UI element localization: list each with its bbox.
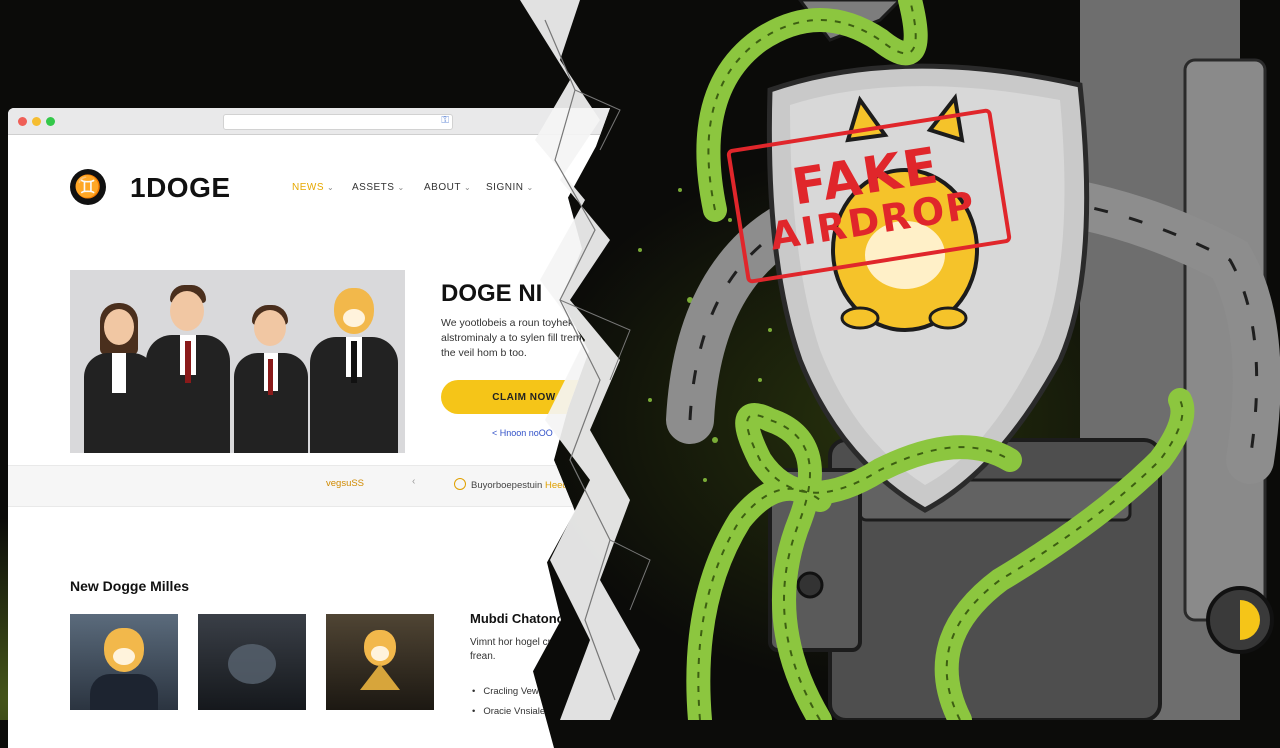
scam-illustration [638, 0, 1280, 720]
lock-icon [796, 571, 824, 599]
